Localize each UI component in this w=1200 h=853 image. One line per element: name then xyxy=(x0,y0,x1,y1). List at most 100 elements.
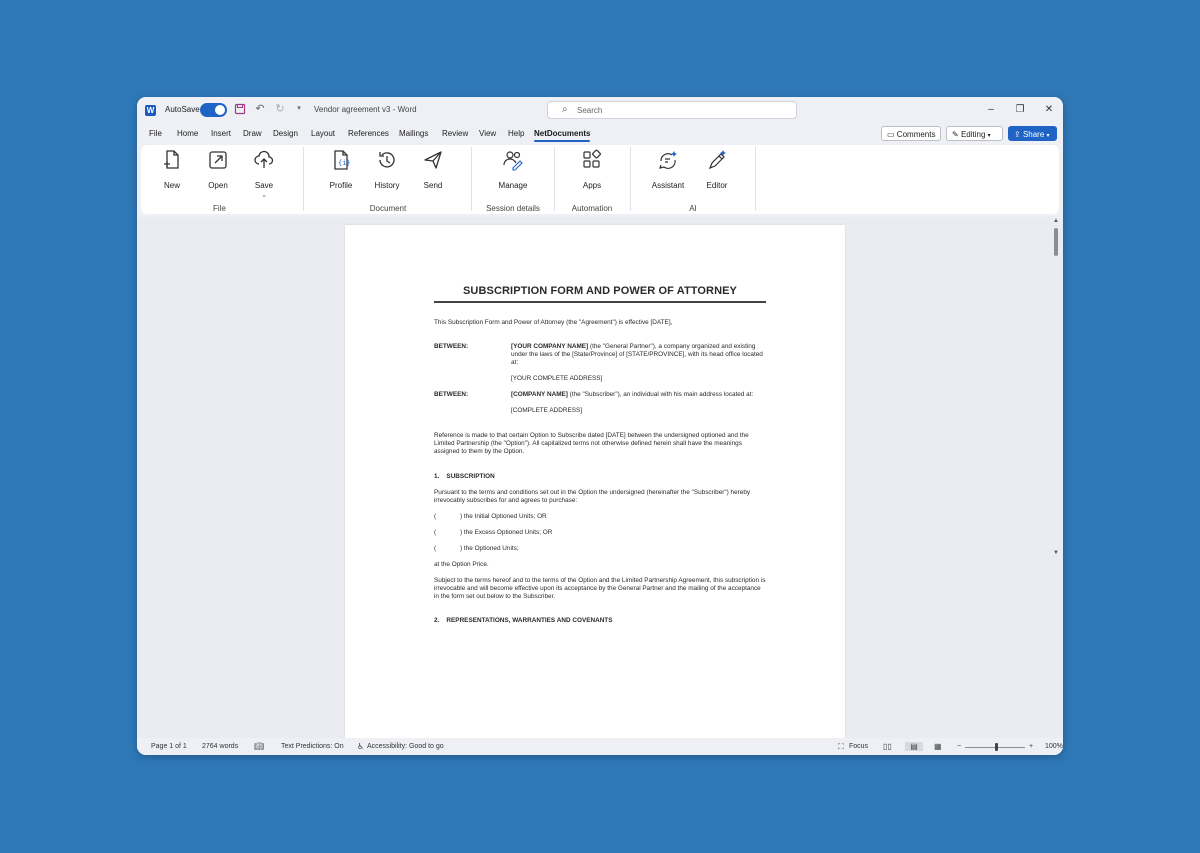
send-button[interactable]: Send xyxy=(413,149,453,199)
comment-icon: ▭ xyxy=(887,130,895,139)
scroll-down-icon[interactable]: ▼ xyxy=(1052,550,1060,556)
tab-netdocuments[interactable]: NetDocuments xyxy=(534,129,591,142)
zoom-level[interactable]: 100% xyxy=(1045,743,1063,750)
save-button[interactable]: Save ⌄ xyxy=(244,149,284,199)
reference-paragraph: Reference is made to that certain Option… xyxy=(434,432,749,455)
focus-button[interactable]: Focus xyxy=(849,743,868,750)
history-button[interactable]: History xyxy=(367,149,407,199)
checkbox-paren: ( xyxy=(434,545,437,552)
option-item-1: () the Initial Optioned Units; OR xyxy=(434,513,766,521)
tab-mailings[interactable]: Mailings xyxy=(399,129,428,138)
profile-button[interactable]: {i} Profile xyxy=(321,149,361,199)
scroll-up-icon[interactable]: ▲ xyxy=(1052,218,1060,224)
document-area[interactable]: SUBSCRIPTION FORM AND POWER OF ATTORNEY … xyxy=(137,217,1063,738)
autosave-label: AutoSave xyxy=(165,105,200,114)
group-automation-label: Automation xyxy=(571,204,613,213)
profile-icon: {i} xyxy=(334,150,351,170)
title-bar: AutoSave ↶ ↻ ▾ Vendor agreement v3 - Wor… xyxy=(137,97,1063,123)
subject-paragraph: Subject to the terms hereof and to the t… xyxy=(434,577,766,600)
minimize-icon[interactable]: – xyxy=(984,103,998,117)
proofing-book-icon[interactable]: 📖︎ xyxy=(254,742,264,751)
send-icon xyxy=(424,151,442,169)
restore-icon[interactable]: ❐ xyxy=(1013,103,1027,117)
ribbon-divider xyxy=(303,147,304,211)
word-window: AutoSave ↶ ↻ ▾ Vendor agreement v3 - Wor… xyxy=(137,97,1063,755)
word-count[interactable]: 2764 words xyxy=(202,743,238,750)
send-label: Send xyxy=(423,181,443,190)
ribbon: New Open Save ⌄ File {i} Profile History… xyxy=(141,145,1059,214)
between-row-1: BETWEEN: [YOUR COMPANY NAME] (the "Gener… xyxy=(434,343,766,383)
vertical-scrollbar[interactable]: ▲ ▼ xyxy=(1052,218,1060,558)
ribbon-divider xyxy=(755,147,756,211)
tab-help[interactable]: Help xyxy=(508,129,524,138)
word-logo-icon xyxy=(145,105,156,116)
print-layout-icon[interactable]: ▤ xyxy=(905,742,923,751)
comments-button[interactable]: ▭ Comments xyxy=(881,126,941,141)
party-2-text: (the "Subscriber"), an individual with h… xyxy=(567,391,754,398)
comments-label: Comments xyxy=(896,130,936,139)
manage-label: Manage xyxy=(498,181,528,190)
apps-icon xyxy=(583,149,601,168)
web-layout-icon[interactable]: ▦ xyxy=(934,742,942,751)
save-label: Save xyxy=(254,181,274,190)
tab-home[interactable]: Home xyxy=(177,129,198,138)
pencil-icon: ✎ xyxy=(952,130,959,139)
customize-toolbar-icon[interactable]: ▾ xyxy=(293,103,305,115)
close-icon[interactable]: ✕ xyxy=(1042,103,1056,117)
section-2-heading: 2. REPRESENTATIONS, WARRANTIES AND COVEN… xyxy=(434,617,613,624)
history-label: History xyxy=(374,181,400,190)
apps-button[interactable]: Apps xyxy=(572,149,612,199)
profile-label: Profile xyxy=(329,181,353,190)
search-box[interactable]: ⌕ Search xyxy=(547,101,797,119)
tab-view[interactable]: View xyxy=(479,129,496,138)
option-2-text: ) the Excess Optioned Units; OR xyxy=(460,529,553,536)
group-document-label: Document xyxy=(369,204,407,213)
page-count[interactable]: Page 1 of 1 xyxy=(151,743,187,750)
tab-design[interactable]: Design xyxy=(273,129,298,138)
ribbon-divider xyxy=(554,147,555,211)
editing-button[interactable]: ✎ Editing ▾ xyxy=(946,126,1003,141)
new-document-icon xyxy=(164,150,179,169)
tab-draw[interactable]: Draw xyxy=(243,129,262,138)
editing-label: Editing xyxy=(960,130,986,139)
tab-file[interactable]: File xyxy=(149,129,162,138)
read-mode-icon[interactable]: ▯▯ xyxy=(883,742,892,751)
scroll-thumb[interactable] xyxy=(1054,228,1058,256)
between-label: BETWEEN: xyxy=(434,343,469,350)
open-button[interactable]: Open xyxy=(198,149,238,199)
new-button[interactable]: New xyxy=(152,149,192,199)
assistant-icon xyxy=(659,151,677,169)
save-icon[interactable] xyxy=(234,103,246,115)
manage-users-icon xyxy=(503,151,523,171)
redo-icon[interactable]: ↻ xyxy=(274,103,286,115)
zoom-in-icon[interactable]: + xyxy=(1029,743,1033,750)
tab-insert[interactable]: Insert xyxy=(211,129,231,138)
editor-pen-icon xyxy=(708,150,726,170)
checkbox-paren: ( xyxy=(434,529,437,536)
document-page[interactable]: SUBSCRIPTION FORM AND POWER OF ATTORNEY … xyxy=(345,225,845,738)
section-1-paragraph: Pursuant to the terms and conditions set… xyxy=(434,489,751,504)
zoom-slider-handle[interactable] xyxy=(995,743,998,751)
assistant-button[interactable]: Assistant xyxy=(648,149,688,199)
share-button[interactable]: ⇪ Share ▾ xyxy=(1008,126,1057,141)
text-predictions-status[interactable]: Text Predictions: On xyxy=(281,743,344,750)
tab-layout[interactable]: Layout xyxy=(311,129,335,138)
manage-button[interactable]: Manage xyxy=(493,149,533,199)
party-1-name: [YOUR COMPANY NAME] xyxy=(511,343,589,350)
group-file-label: File xyxy=(213,204,226,213)
tab-review[interactable]: Review xyxy=(442,129,468,138)
chevron-down-icon[interactable]: ⌄ xyxy=(244,191,284,199)
history-icon xyxy=(379,152,395,168)
editor-button[interactable]: Editor xyxy=(697,149,737,199)
svg-text:{i}: {i} xyxy=(338,159,351,167)
zoom-out-icon[interactable]: − xyxy=(957,743,961,750)
undo-icon[interactable]: ↶ xyxy=(254,103,266,115)
tab-references[interactable]: References xyxy=(348,129,389,138)
autosave-toggle[interactable] xyxy=(200,103,227,117)
accessibility-status[interactable]: Accessibility: Good to go xyxy=(367,743,444,750)
section-1-heading: 1. SUBSCRIPTION xyxy=(434,473,495,480)
chevron-down-icon: ▾ xyxy=(1046,133,1050,139)
search-icon: ⌕ xyxy=(562,104,568,115)
editor-label: Editor xyxy=(706,181,728,190)
chevron-down-icon: ▾ xyxy=(987,133,991,139)
